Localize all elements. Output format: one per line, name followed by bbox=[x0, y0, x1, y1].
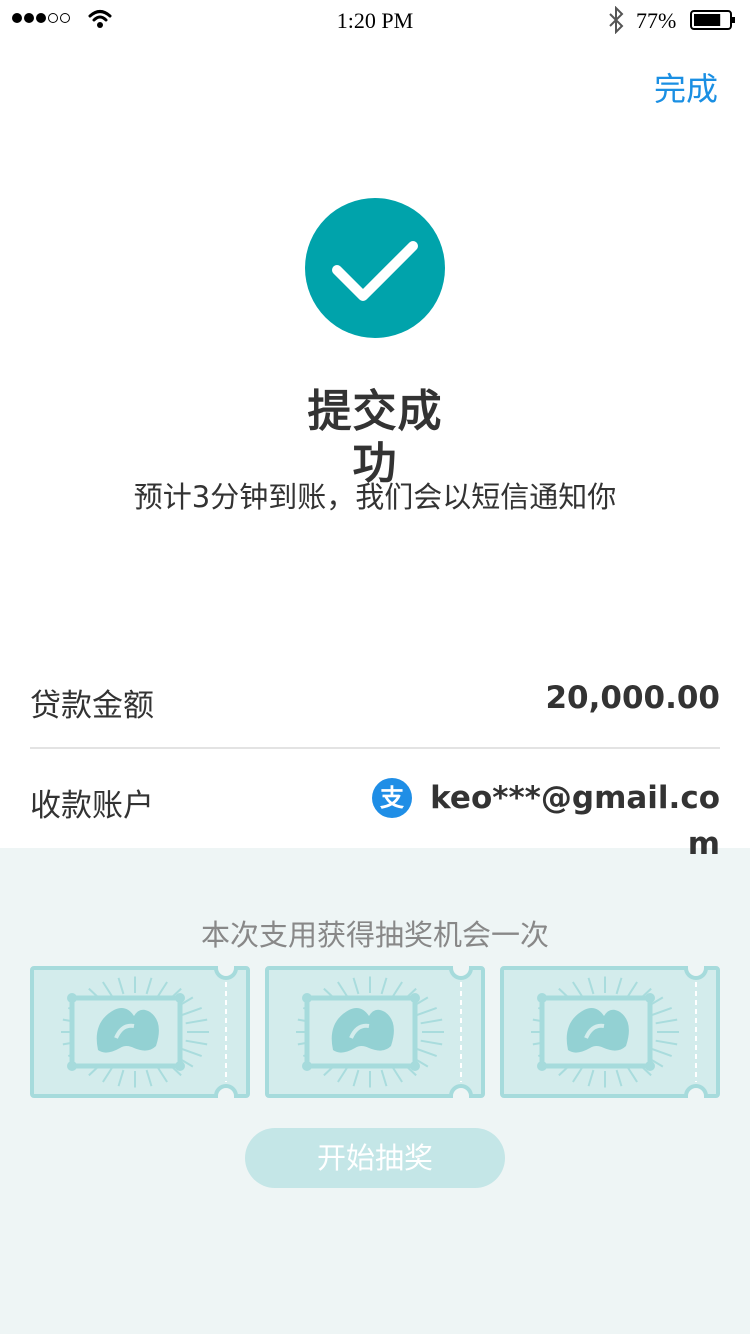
battery-percent: 77% bbox=[636, 8, 677, 33]
page-title-line1: 提交成 bbox=[307, 386, 443, 437]
lottery-caption: 本次支用获得抽奖机会一次 bbox=[200, 918, 549, 952]
receiving-account-label: 收款账户 bbox=[30, 788, 154, 824]
start-lottery-button[interactable]: 开始抽奖 bbox=[245, 1128, 505, 1188]
bluetooth-icon bbox=[609, 6, 624, 34]
battery-icon bbox=[690, 10, 735, 30]
lottery-ticket-icon bbox=[500, 966, 720, 1098]
status-bar: 1:20 PM 77% bbox=[0, 0, 750, 40]
receiving-account-value: keo***@gmail.co bbox=[430, 780, 720, 816]
success-check-icon bbox=[305, 198, 445, 338]
alipay-icon: 支 bbox=[372, 778, 412, 818]
lottery-ticket-icon bbox=[265, 966, 485, 1098]
loan-amount-label: 贷款金额 bbox=[30, 688, 154, 724]
divider bbox=[30, 747, 720, 749]
receiving-account-value-line2: m bbox=[687, 826, 720, 862]
loan-amount-value: 20,000.00 bbox=[545, 680, 720, 716]
receiving-account-value-line1: keo***@gmail.co bbox=[430, 780, 720, 816]
lottery-ticket-icon bbox=[30, 966, 250, 1098]
done-button[interactable]: 完成 bbox=[654, 64, 718, 110]
result-subtitle: 预计3分钟到账，我们会以短信通知你 bbox=[133, 480, 617, 514]
